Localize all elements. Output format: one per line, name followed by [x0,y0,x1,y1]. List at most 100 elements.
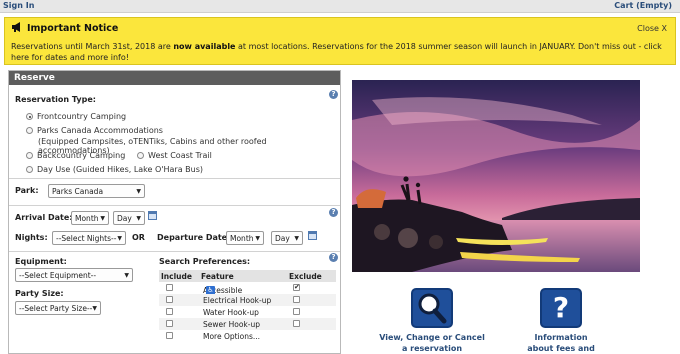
equipment-select-value: --Select Equipment-- [19,271,97,280]
radio-frontcountry[interactable]: Frontcountry Camping [26,112,126,121]
chevron-down-icon: ▼ [136,215,141,222]
departure-day-select[interactable]: Day ▼ [271,231,303,245]
park-select-value: Parks Canada [52,187,104,196]
view-reservation-caption-line2: a reservation [401,344,463,353]
top-bar: Sign In Cart (Empty) [0,0,680,13]
nights-select[interactable]: --Select Nights-- ▼ [52,231,126,245]
feature-sewer: Sewer Hook-up [203,320,260,329]
departure-day-value: Day [275,234,290,243]
view-reservation-caption-line1: View, Change or Cancel [379,333,485,342]
information-caption-line2: about fees and [527,344,595,353]
arrival-date-label: Arrival Date: [15,213,73,222]
notice-title: Important Notice [27,23,119,34]
chevron-down-icon: ▼ [92,305,97,312]
reserve-panel: Reserve Reservation Type: ? Frontcountry… [8,70,341,354]
radio-icon [26,166,33,173]
exclude-water-checkbox[interactable] [293,308,300,315]
departure-month-select[interactable]: Month ▼ [226,231,264,245]
exclude-sewer-checkbox[interactable] [293,320,300,327]
nights-label: Nights: [15,233,48,242]
arrival-month-select[interactable]: Month ▼ [71,211,109,225]
divider [9,205,340,206]
calendar-icon[interactable] [148,211,157,220]
preference-row-accessible: Accessible ♿ [159,282,336,295]
help-icon[interactable]: ? [329,253,338,262]
include-electrical-checkbox[interactable] [166,296,173,303]
exclude-header: Exclude [289,272,322,281]
radio-westcoast[interactable]: West Coast Trail [137,151,212,160]
chevron-down-icon: ▼ [136,188,141,195]
information-caption-line1: Information [534,333,588,342]
include-sewer-checkbox[interactable] [166,320,173,327]
sign-in-link[interactable]: Sign In [3,1,34,10]
park-select[interactable]: Parks Canada ▼ [48,184,145,198]
view-reservation-tile[interactable] [411,288,453,328]
chevron-down-icon: ▼ [100,215,105,222]
radio-backcountry-label: Backcountry Camping [37,151,126,160]
preference-row-water: Water Hook-up [159,306,336,318]
important-notice: Important Notice Close X Reservations un… [4,17,676,65]
cart-link[interactable]: Cart (Empty) [614,1,672,10]
nights-select-value: --Select Nights-- [56,234,117,243]
radio-dayuse-label: Day Use (Guided Hikes, Lake O'Hara Bus) [37,165,203,174]
question-icon: ? [552,291,570,324]
notice-body-link[interactable]: Reservations until March 31st, 2018 are … [11,41,671,63]
park-label: Park: [15,186,39,195]
radio-icon [137,152,144,159]
notice-header: Important Notice [11,22,118,34]
include-water-checkbox[interactable] [166,308,173,315]
include-header: Include [161,272,192,281]
feature-header: Feature [201,272,234,281]
equipment-select[interactable]: --Select Equipment-- ▼ [15,268,133,282]
preferences-header-row: Include Feature Exclude [159,270,336,282]
magnifier-icon [418,293,447,324]
preferences-table: Include Feature Exclude Accessible♿ Elec… [159,270,336,342]
arrival-day-select[interactable]: Day ▼ [113,211,145,225]
preference-row-more: More Options... [159,330,336,342]
divider [9,178,340,179]
calendar-icon[interactable] [308,231,317,240]
departure-date-label: Departure Date: [157,233,231,242]
exclude-accessible-checkbox[interactable] [293,283,300,291]
more-options-link[interactable]: More Options... [203,332,260,341]
chevron-down-icon: ▼ [124,272,129,279]
radio-selected-icon [26,113,33,120]
reservation-type-label: Reservation Type: [15,95,96,104]
radio-icon [26,152,33,159]
notice-text-bold: now available [173,42,236,51]
notice-text-pre: Reservations until March 31st, 2018 are [11,42,174,51]
radio-dayuse[interactable]: Day Use (Guided Hikes, Lake O'Hara Bus) [26,165,203,174]
arrival-day-value: Day [117,214,132,223]
view-reservation-caption[interactable]: View, Change or Cancel a reservation [374,332,490,354]
radio-westcoast-label: West Coast Trail [148,151,212,160]
radio-accommodations[interactable]: Parks Canada Accommodations [26,126,163,135]
hero-photo [352,80,640,272]
chevron-down-icon: ▼ [255,235,260,242]
or-label: OR [132,233,145,242]
include-accessible-checkbox[interactable] [166,284,173,291]
radio-icon [26,127,33,134]
search-preferences-label: Search Preferences: [159,257,251,266]
include-more-checkbox[interactable] [166,332,173,339]
information-tile[interactable]: ? [540,288,582,328]
help-icon[interactable]: ? [329,90,338,99]
notice-close-button[interactable]: Close X [637,24,667,33]
megaphone-icon [12,22,20,32]
arrival-month-value: Month [75,214,99,223]
preference-row-sewer: Sewer Hook-up [159,318,336,330]
exclude-electrical-checkbox[interactable] [293,296,300,303]
party-size-label: Party Size: [15,289,64,298]
feature-electrical: Electrical Hook-up [203,296,272,305]
help-icon[interactable]: ? [329,208,338,217]
departure-month-value: Month [230,234,254,243]
information-caption[interactable]: Information about fees and [512,332,610,354]
radio-accommodations-label: Parks Canada Accommodations [37,126,163,135]
divider [9,251,340,252]
radio-frontcountry-label: Frontcountry Camping [37,112,127,121]
party-size-select-value: --Select Party Size-- [19,304,93,313]
radio-backcountry[interactable]: Backcountry Camping [26,151,125,160]
chevron-down-icon: ▼ [294,235,299,242]
equipment-label: Equipment: [15,257,67,266]
reserve-panel-title: Reserve [9,71,340,85]
party-size-select[interactable]: --Select Party Size-- ▼ [15,301,101,315]
